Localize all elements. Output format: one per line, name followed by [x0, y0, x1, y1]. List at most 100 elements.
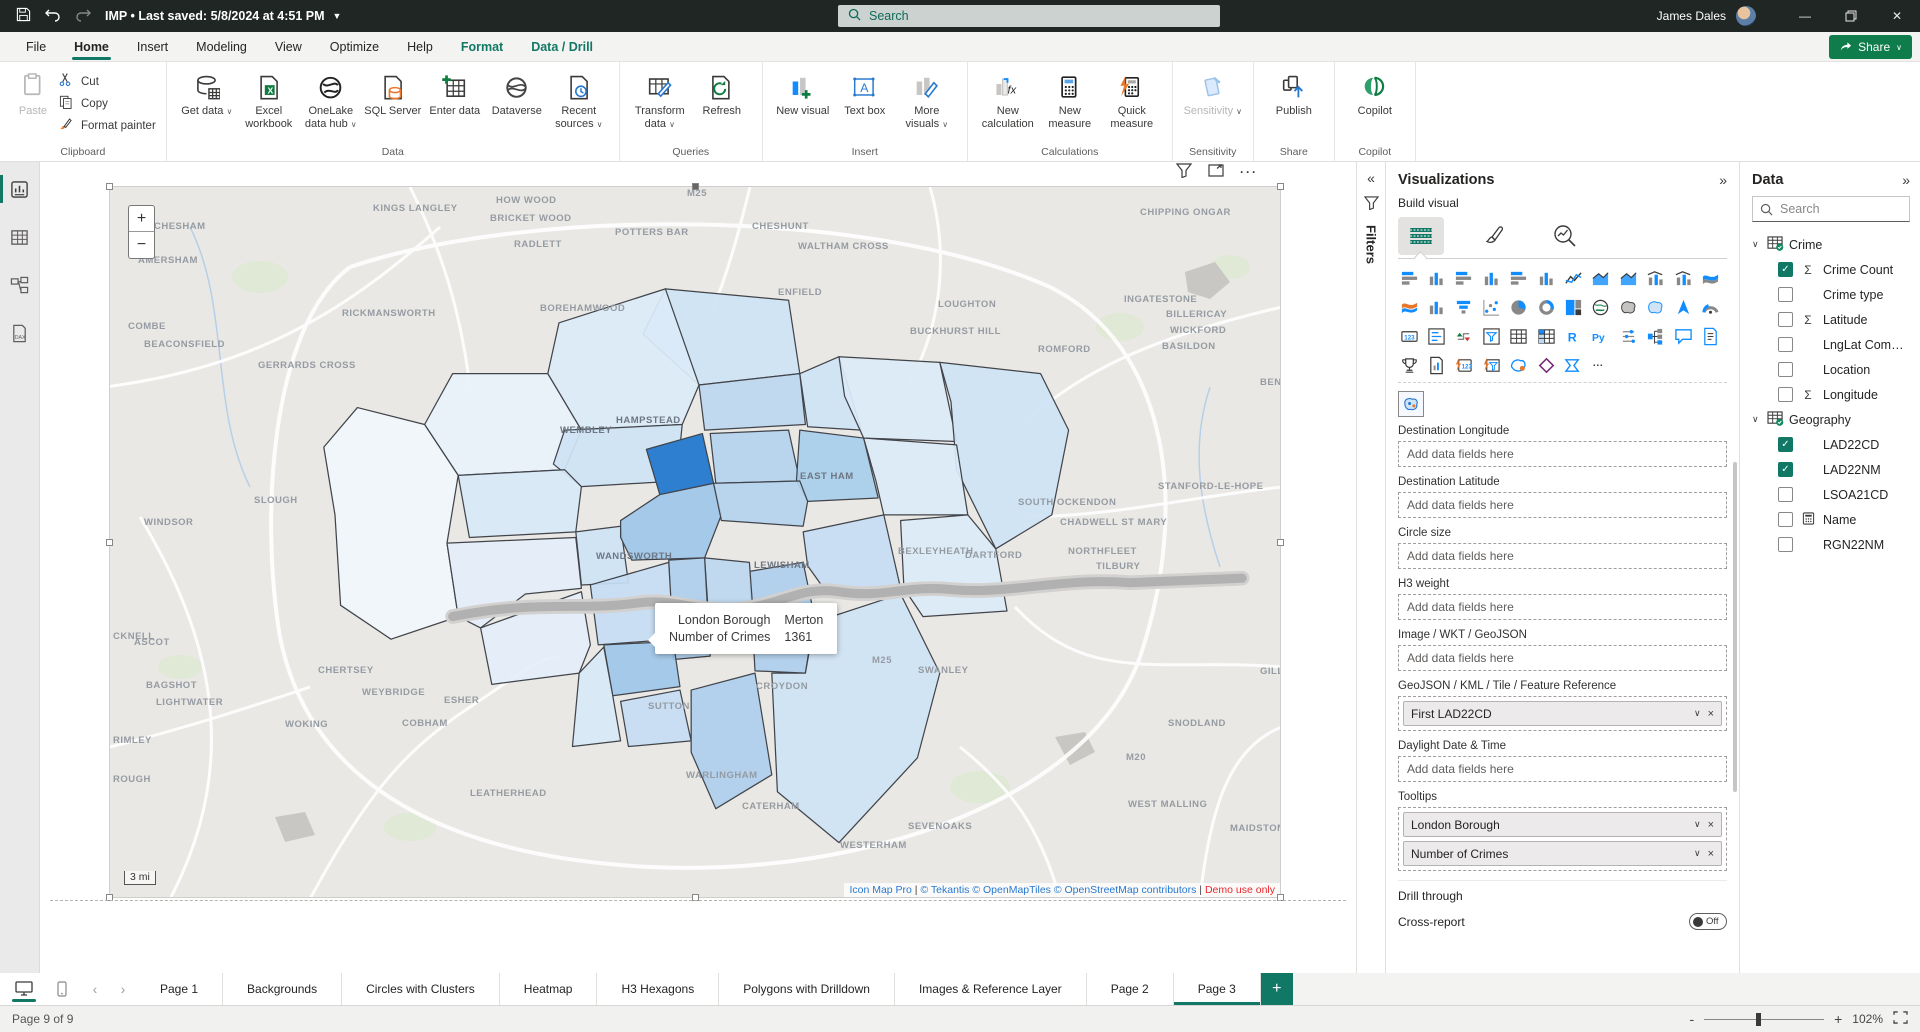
- visual-icon-slicer[interactable]: [1480, 325, 1502, 347]
- page-tab-images-reference-layer[interactable]: Images & Reference Layer: [895, 973, 1087, 1005]
- visual-icon-ribbon-chart[interactable]: [1700, 267, 1722, 289]
- report-view-button[interactable]: [0, 172, 40, 206]
- visual-icon-power-apps[interactable]: [1535, 354, 1557, 376]
- new-calculation-button[interactable]: fxNew calculation: [978, 70, 1038, 130]
- map-visual[interactable]: HOW WOODKINGS LANGLEYBRICKET WOODCHESHAM…: [109, 186, 1281, 898]
- menu-tab-help[interactable]: Help: [393, 32, 447, 62]
- visual-icon-funnel-chart[interactable]: [1453, 296, 1475, 318]
- title-dropdown-icon[interactable]: ▼: [333, 11, 342, 21]
- resize-handle[interactable]: [106, 183, 113, 190]
- prev-page-icon[interactable]: ‹: [88, 981, 102, 997]
- field-pill[interactable]: London Borough∨×: [1403, 812, 1722, 837]
- visual-icon-donut-chart[interactable]: [1535, 296, 1557, 318]
- visual-icon-matrix[interactable]: [1535, 325, 1557, 347]
- expand-filters-icon[interactable]: «: [1367, 170, 1375, 186]
- minimize-button[interactable]: —: [1782, 0, 1828, 32]
- more-visuals-button[interactable]: More visuals ∨: [897, 70, 957, 130]
- menu-tab-insert[interactable]: Insert: [123, 32, 182, 62]
- page-tab-circles-with-clusters[interactable]: Circles with Clusters: [342, 973, 500, 1005]
- visual-icon-r-script-visual[interactable]: R: [1562, 325, 1584, 347]
- enter-data-button[interactable]: Enter data: [425, 70, 485, 118]
- chevron-down-icon[interactable]: ∨: [1752, 414, 1762, 425]
- visual-icon-histogram-chart[interactable]: [1425, 296, 1447, 318]
- sql-server-button[interactable]: SQL Server: [363, 70, 423, 118]
- get-data-button[interactable]: Get data ∨: [177, 70, 237, 118]
- visual-icon-card[interactable]: 123: [1398, 325, 1420, 347]
- visual-icon-clustered-bar-chart[interactable]: [1453, 267, 1475, 289]
- scrollbar[interactable]: [1733, 462, 1737, 792]
- field-well-dropzone[interactable]: Add data fields here: [1398, 441, 1727, 467]
- field-well-dropzone[interactable]: Add data fields here: [1398, 756, 1727, 782]
- visual-icon-stacked-column-chart[interactable]: [1425, 267, 1447, 289]
- data-field-crime-count[interactable]: ✓ΣCrime Count: [1752, 257, 1910, 282]
- zoom-in-button[interactable]: +: [1834, 1011, 1842, 1027]
- visual-icon-stacked-area-chart[interactable]: [1617, 267, 1639, 289]
- visual-icon-azure-map[interactable]: [1672, 296, 1694, 318]
- mode-tab-analytics[interactable]: [1542, 217, 1588, 255]
- field-well-dropzone[interactable]: Add data fields here: [1398, 492, 1727, 518]
- cut-button[interactable]: Cut: [58, 72, 156, 91]
- data-table-crime[interactable]: ∨Crime: [1752, 232, 1910, 257]
- collapse-data-icon[interactable]: »: [1902, 172, 1910, 188]
- copilot-button[interactable]: Copilot: [1345, 70, 1405, 118]
- model-view-button[interactable]: [0, 268, 40, 302]
- visual-icon-waterfall-chart[interactable]: [1398, 296, 1420, 318]
- pill-dropdown-icon[interactable]: ∨: [1694, 848, 1701, 859]
- data-field-crime-type[interactable]: Crime type: [1752, 282, 1910, 307]
- data-field-longitude[interactable]: ΣLongitude: [1752, 382, 1910, 407]
- quick-measure-button[interactable]: Quick measure: [1102, 70, 1162, 130]
- field-checkbox[interactable]: [1778, 487, 1793, 502]
- field-pill[interactable]: First LAD22CD∨×: [1403, 701, 1722, 726]
- visual-icon-power-automate[interactable]: [1562, 354, 1584, 376]
- zoom-slider[interactable]: [1704, 1019, 1824, 1020]
- field-checkbox[interactable]: [1778, 287, 1793, 302]
- format-painter-button[interactable]: Format painter: [58, 116, 156, 135]
- field-well-dropzone[interactable]: Add data fields here: [1398, 645, 1727, 671]
- menu-tab-modeling[interactable]: Modeling: [182, 32, 261, 62]
- visual-icon-100-stacked-bar-chart[interactable]: [1508, 267, 1530, 289]
- visual-icon-line-clustered-column-chart[interactable]: [1672, 267, 1694, 289]
- sensitivity-button[interactable]: Sensitivity ∨: [1183, 70, 1243, 118]
- field-checkbox[interactable]: [1778, 512, 1793, 527]
- attribution-segment[interactable]: © OpenMapTiles: [972, 884, 1053, 896]
- visual-icon-area-chart[interactable]: [1590, 267, 1612, 289]
- dax-query-view-button[interactable]: DAX: [0, 316, 40, 350]
- field-pill[interactable]: Number of Crimes∨×: [1403, 841, 1722, 866]
- visual-icon-clustered-column-chart[interactable]: [1480, 267, 1502, 289]
- pill-remove-icon[interactable]: ×: [1708, 848, 1714, 860]
- document-title[interactable]: IMP • Last saved: 5/8/2024 at 4:51 PM▼: [105, 9, 341, 23]
- visual-icon-kpi[interactable]: [1453, 325, 1475, 347]
- page-tab-heatmap[interactable]: Heatmap: [500, 973, 598, 1005]
- field-well-dropzone[interactable]: Add data fields here: [1398, 594, 1727, 620]
- recent-sources-button[interactable]: Recent sources ∨: [549, 70, 609, 130]
- global-search-input[interactable]: Search: [838, 5, 1220, 27]
- paste-button[interactable]: Paste: [10, 70, 56, 117]
- visual-icon-pie-chart[interactable]: [1508, 296, 1530, 318]
- data-field-latitude[interactable]: ΣLatitude: [1752, 307, 1910, 332]
- table-view-button[interactable]: [0, 220, 40, 254]
- new-page-button[interactable]: +: [1261, 973, 1293, 1005]
- visual-icon-table[interactable]: [1508, 325, 1530, 347]
- visual-icon-shape-map[interactable]: [1645, 296, 1667, 318]
- menu-tab-data-drill[interactable]: Data / Drill: [517, 32, 607, 62]
- menu-tab-view[interactable]: View: [261, 32, 316, 62]
- visual-icon-gauge[interactable]: [1700, 296, 1722, 318]
- text-box-button[interactable]: AText box: [835, 70, 895, 118]
- visual-icon-paginated-report[interactable]: [1425, 354, 1447, 376]
- visual-icon-multi-row-card[interactable]: [1425, 325, 1447, 347]
- fit-to-page-icon[interactable]: [1893, 1011, 1908, 1027]
- visual-icon-key-influencers[interactable]: [1617, 325, 1639, 347]
- mobile-view-button[interactable]: [50, 973, 74, 1005]
- filters-pane-label[interactable]: Filters: [1364, 225, 1379, 264]
- menu-tab-file[interactable]: File: [12, 32, 60, 62]
- publish-button[interactable]: Publish: [1264, 70, 1324, 118]
- attribution-segment[interactable]: Icon Map Pro: [849, 884, 911, 896]
- avatar[interactable]: [1736, 6, 1756, 26]
- new-measure-button[interactable]: New measure: [1040, 70, 1100, 130]
- page-tab-h3-hexagons[interactable]: H3 Hexagons: [597, 973, 719, 1005]
- pill-dropdown-icon[interactable]: ∨: [1694, 819, 1701, 830]
- more-options-icon[interactable]: ···: [1240, 165, 1258, 179]
- field-checkbox[interactable]: [1778, 537, 1793, 552]
- resize-handle[interactable]: [692, 183, 699, 190]
- visual-icon-icon-map-pro[interactable]: [1398, 391, 1424, 417]
